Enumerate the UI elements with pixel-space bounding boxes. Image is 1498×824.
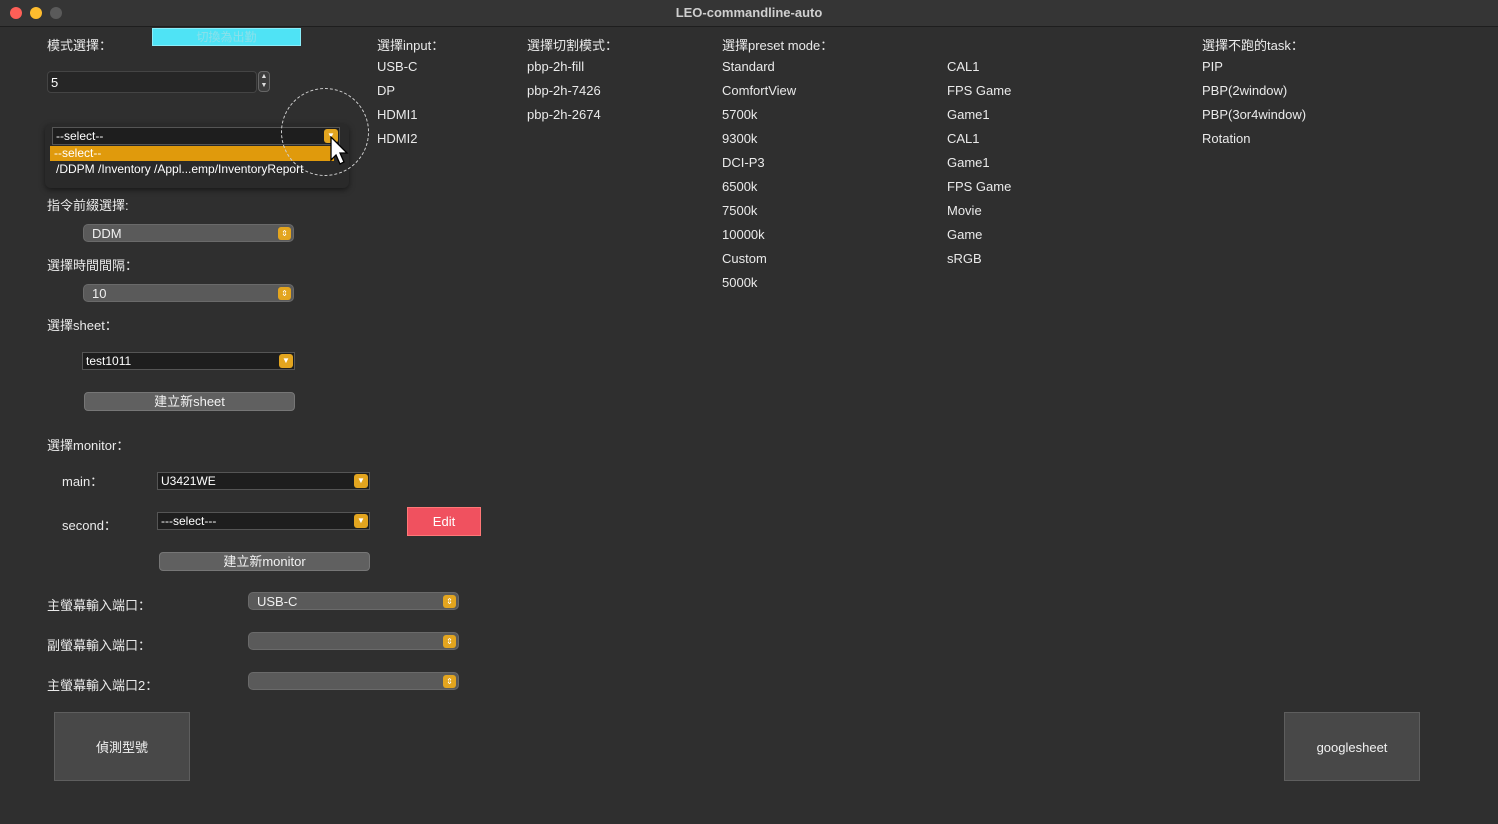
chevron-down-icon[interactable]: ▼	[354, 474, 368, 488]
new-monitor-button[interactable]: 建立新monitor	[159, 552, 370, 571]
number-stepper[interactable]: ▲ ▼	[258, 71, 270, 92]
main-port2-select[interactable]: ⇕	[248, 672, 459, 690]
sub-port-select[interactable]: ⇕	[248, 632, 459, 650]
preset-option-2[interactable]: sRGB	[947, 251, 982, 266]
preset-option-2[interactable]: Movie	[947, 203, 982, 218]
main-port-value: USB-C	[257, 594, 298, 609]
preset-option-2[interactable]: Game	[947, 227, 982, 242]
task-option[interactable]: PBP(3or4window)	[1202, 107, 1306, 122]
main-port-label: 主螢幕輸入端口：	[47, 598, 152, 613]
main-monitor-value: U3421WE	[161, 474, 216, 488]
interval-select-value: 10	[92, 286, 107, 301]
preset-option-2[interactable]: CAL1	[947, 131, 980, 146]
task-option[interactable]: PIP	[1202, 59, 1223, 74]
prefix-select[interactable]: DDM ⇕	[83, 224, 294, 242]
chevron-down-icon[interactable]: ▼	[279, 354, 293, 368]
input-option[interactable]: HDMI2	[377, 131, 417, 146]
number-input-box[interactable]: 5	[47, 71, 257, 93]
main-monitor-label: main：	[62, 474, 104, 489]
file-select-value: --select--	[56, 129, 104, 143]
stepper-up-icon[interactable]: ▲	[259, 72, 269, 81]
preset-option-2[interactable]: Game1	[947, 107, 990, 122]
preset-header: 選擇preset mode：	[722, 38, 834, 53]
input-option[interactable]: HDMI1	[377, 107, 417, 122]
prefix-select-value: DDM	[92, 226, 122, 241]
preset-option[interactable]: ComfortView	[722, 83, 796, 98]
interval-select[interactable]: 10 ⇕	[83, 284, 294, 302]
mode-toggle-button[interactable]: 切換為出勤	[152, 28, 301, 46]
preset-option-2[interactable]: Game1	[947, 155, 990, 170]
updown-chevron-icon[interactable]: ⇕	[443, 595, 456, 608]
updown-chevron-icon[interactable]: ⇕	[443, 675, 456, 688]
input-header: 選擇input：	[377, 38, 445, 53]
input-option[interactable]: DP	[377, 83, 395, 98]
split-option[interactable]: pbp-2h-7426	[527, 83, 601, 98]
preset-option[interactable]: 6500k	[722, 179, 757, 194]
second-monitor-label: second：	[62, 518, 117, 533]
preset-option[interactable]: 10000k	[722, 227, 765, 242]
detect-model-button[interactable]: 偵測型號	[54, 712, 190, 781]
preset-option-2[interactable]: FPS Game	[947, 83, 1011, 98]
task-option[interactable]: Rotation	[1202, 131, 1250, 146]
split-header: 選擇切割模式：	[527, 38, 619, 53]
cursor-highlight-ring	[281, 88, 369, 176]
input-option[interactable]: USB-C	[377, 59, 417, 74]
preset-option[interactable]: Standard	[722, 59, 775, 74]
updown-chevron-icon[interactable]: ⇕	[443, 635, 456, 648]
task-header: 選擇不跑的task：	[1202, 38, 1304, 53]
mode-label: 模式選擇：	[47, 38, 113, 53]
split-option[interactable]: pbp-2h-fill	[527, 59, 584, 74]
googlesheet-button[interactable]: googlesheet	[1284, 712, 1420, 781]
sheet-label: 選擇sheet：	[47, 318, 118, 333]
main-port2-label: 主螢幕輸入端口2：	[47, 678, 159, 693]
preset-option-2[interactable]: CAL1	[947, 59, 980, 74]
monitor-label: 選擇monitor：	[47, 438, 130, 453]
window-title: LEO-commandline-auto	[675, 5, 823, 20]
task-option[interactable]: PBP(2window)	[1202, 83, 1287, 98]
second-monitor-value: ---select---	[161, 514, 217, 528]
new-sheet-button[interactable]: 建立新sheet	[84, 392, 295, 411]
sub-port-label: 副螢幕輸入端口：	[47, 638, 152, 653]
preset-option[interactable]: 5000k	[722, 275, 757, 290]
main-port-select[interactable]: USB-C ⇕	[248, 592, 459, 610]
edit-monitor-button[interactable]: Edit	[407, 507, 481, 536]
preset-option[interactable]: 9300k	[722, 131, 757, 146]
interval-label: 選擇時間間隔：	[47, 258, 139, 273]
preset-option[interactable]: DCI-P3	[722, 155, 765, 170]
mouse-cursor-icon	[330, 135, 350, 169]
sheet-combo[interactable]: test1011 ▼	[82, 352, 295, 370]
updown-chevron-icon[interactable]: ⇕	[278, 287, 291, 300]
chevron-down-icon[interactable]: ▼	[354, 514, 368, 528]
preset-option[interactable]: 5700k	[722, 107, 757, 122]
main-monitor-combo[interactable]: U3421WE ▼	[157, 472, 370, 490]
split-option[interactable]: pbp-2h-2674	[527, 107, 601, 122]
preset-option-2[interactable]: FPS Game	[947, 179, 1011, 194]
sheet-combo-value: test1011	[86, 354, 132, 368]
preset-option[interactable]: Custom	[722, 251, 767, 266]
prefix-label: 指令前綴選擇:	[47, 198, 129, 213]
number-input-value: 5	[51, 75, 59, 90]
second-monitor-combo[interactable]: ---select--- ▼	[157, 512, 370, 530]
updown-chevron-icon[interactable]: ⇕	[278, 227, 291, 240]
stepper-down-icon[interactable]: ▼	[259, 81, 269, 90]
preset-option[interactable]: 7500k	[722, 203, 757, 218]
